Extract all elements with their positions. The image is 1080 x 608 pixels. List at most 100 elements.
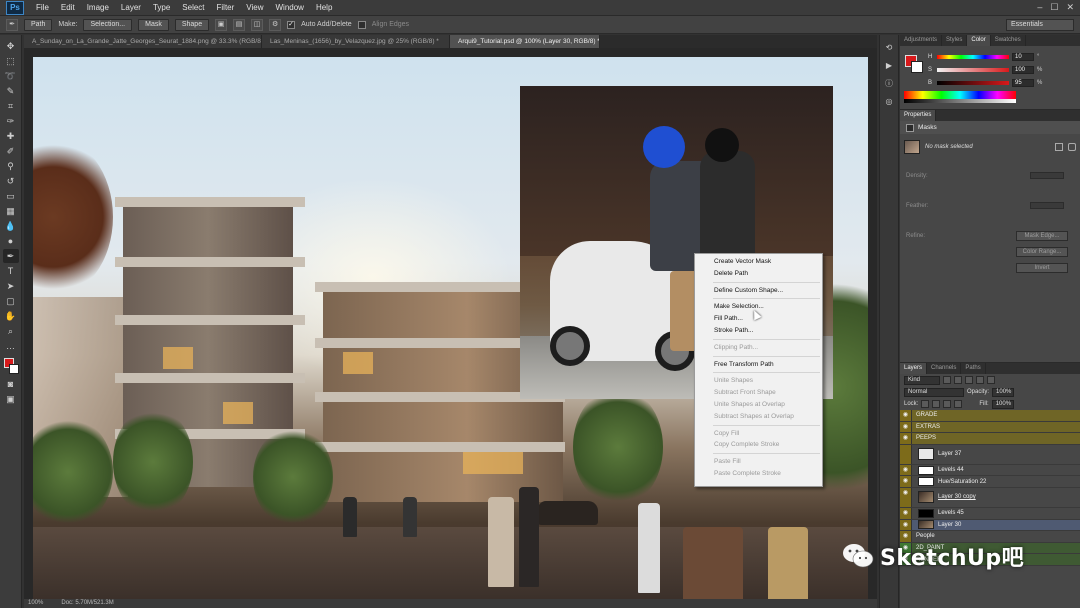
mask-edge-button[interactable]: Mask Edge...: [1016, 231, 1068, 241]
layer-item[interactable]: ◉ Hue/Saturation 22: [900, 476, 1080, 488]
define-custom-shape-item[interactable]: Define Custom Shape...: [695, 285, 822, 297]
lasso-tool-icon[interactable]: ➰: [3, 69, 19, 83]
background-color-swatch[interactable]: [8, 364, 19, 374]
lock-all-icon[interactable]: [954, 400, 963, 408]
layer-item[interactable]: ◉ Levels 44: [900, 464, 1080, 477]
move-tool-icon[interactable]: ✥: [3, 39, 19, 53]
rectangle-tool-icon[interactable]: ▢: [3, 294, 19, 308]
more-tools-icon[interactable]: …: [3, 339, 19, 353]
tab-arqui9-tutorial[interactable]: Arqui9_Tutorial.psd @ 100% (Layer 30, RG…: [450, 35, 600, 48]
close-icon[interactable]: ✕: [1066, 2, 1074, 13]
quick-select-tool-icon[interactable]: ✎: [3, 84, 19, 98]
tab-properties[interactable]: Properties: [900, 110, 937, 121]
color-swatches[interactable]: [3, 358, 19, 376]
make-shape-button[interactable]: Shape: [174, 18, 210, 31]
path-operations-icon[interactable]: ▣: [215, 18, 228, 31]
color-range-button[interactable]: Color Range...: [1016, 247, 1068, 257]
eye-icon[interactable]: ◉: [900, 410, 912, 421]
tab-styles[interactable]: Styles: [942, 35, 968, 46]
minimize-icon[interactable]: –: [1037, 2, 1042, 13]
eye-icon[interactable]: ◉: [900, 464, 912, 476]
fill-value[interactable]: 100%: [991, 399, 1014, 409]
background-color-swatch[interactable]: [911, 61, 923, 73]
density-slider[interactable]: [1030, 172, 1064, 179]
tab-seurat[interactable]: A_Sunday_on_La_Grande_Jatte_Georges_Seur…: [24, 35, 262, 48]
eraser-tool-icon[interactable]: ▭: [3, 189, 19, 203]
eye-icon[interactable]: ◉: [900, 433, 912, 444]
menu-filter[interactable]: Filter: [211, 3, 241, 12]
tab-channels[interactable]: Channels: [927, 363, 962, 374]
path-mode-select[interactable]: Path: [24, 18, 53, 31]
menu-select[interactable]: Select: [176, 3, 210, 12]
hue-value[interactable]: 10: [1012, 53, 1034, 61]
menu-layer[interactable]: Layer: [115, 3, 147, 12]
tab-paths[interactable]: Paths: [961, 363, 986, 374]
layer-item[interactable]: ◉ Levels 45: [900, 507, 1080, 520]
saturation-value[interactable]: 100: [1012, 66, 1034, 74]
hand-tool-icon[interactable]: ✋: [3, 309, 19, 323]
layer-item[interactable]: ◉ PEEPS: [900, 433, 1080, 445]
info-icon[interactable]: ⓘ: [882, 77, 896, 91]
eye-icon[interactable]: ◉: [900, 519, 912, 531]
invert-button[interactable]: Invert: [1016, 263, 1068, 273]
healing-brush-tool-icon[interactable]: ✚: [3, 129, 19, 143]
color-spectrum[interactable]: [904, 91, 1016, 99]
make-selection-button[interactable]: Selection...: [83, 18, 133, 31]
pixel-mask-icon[interactable]: [1055, 143, 1063, 151]
blend-mode-select[interactable]: Normal: [904, 387, 964, 397]
stroke-path-item[interactable]: Stroke Path...: [695, 325, 822, 337]
history-icon[interactable]: ⟲: [882, 41, 896, 55]
filter-pixel-icon[interactable]: [943, 376, 951, 384]
vector-mask-icon[interactable]: [1068, 143, 1076, 151]
color-wheel-icon[interactable]: ◎: [882, 95, 896, 109]
crop-tool-icon[interactable]: ⌗: [3, 99, 19, 113]
workspace-switcher[interactable]: Essentials: [1006, 19, 1074, 31]
zoom-level[interactable]: 100%: [28, 599, 43, 608]
hue-slider[interactable]: [937, 55, 1009, 59]
layer-item[interactable]: Layer 37: [900, 444, 1080, 465]
gear-icon[interactable]: ⚙: [269, 18, 282, 31]
maximize-icon[interactable]: ☐: [1050, 2, 1058, 13]
path-arrangement-icon[interactable]: ◫: [251, 18, 264, 31]
lock-position-icon[interactable]: [943, 400, 952, 408]
pen-tool-icon[interactable]: ✒: [6, 18, 18, 31]
opacity-value[interactable]: 100%: [992, 387, 1015, 397]
make-mask-button[interactable]: Mask: [138, 18, 169, 31]
eye-icon[interactable]: [900, 444, 912, 464]
filter-shape-icon[interactable]: [976, 376, 984, 384]
brush-tool-icon[interactable]: ✐: [3, 144, 19, 158]
menu-type[interactable]: Type: [147, 3, 176, 12]
tab-las-meninas[interactable]: Las_Meninas_(1656)_by_Velazquez.jpg @ 25…: [262, 35, 450, 48]
free-transform-path-item[interactable]: Free Transform Path: [695, 359, 822, 371]
eyedropper-tool-icon[interactable]: ✑: [3, 114, 19, 128]
filter-smart-icon[interactable]: [987, 376, 995, 384]
menu-image[interactable]: Image: [81, 3, 115, 12]
feather-slider[interactable]: [1030, 202, 1064, 209]
pen-tool-icon[interactable]: ✒: [2, 249, 19, 263]
saturation-slider[interactable]: [937, 68, 1009, 72]
type-tool-icon[interactable]: T: [3, 264, 19, 278]
zoom-tool-icon[interactable]: ⌕: [3, 324, 19, 338]
auto-add-delete-checkbox[interactable]: ✓: [287, 20, 296, 29]
eye-icon[interactable]: ◉: [900, 421, 912, 433]
layer-item[interactable]: ◉ EXTRAS: [900, 421, 1080, 434]
marquee-tool-icon[interactable]: ⬚: [3, 54, 19, 68]
brightness-slider[interactable]: [937, 81, 1009, 85]
lock-image-icon[interactable]: [932, 400, 941, 408]
layer-item-selected[interactable]: ◉ Layer 30: [900, 519, 1080, 532]
canvas-area[interactable]: Create Vector Mask Delete Path Define Cu…: [24, 48, 877, 599]
tab-color[interactable]: Color: [967, 35, 991, 46]
path-selection-tool-icon[interactable]: ➤: [3, 279, 19, 293]
lock-transparent-icon[interactable]: [921, 400, 930, 408]
menu-edit[interactable]: Edit: [55, 3, 81, 12]
filter-adjust-icon[interactable]: [954, 376, 962, 384]
tab-layers[interactable]: Layers: [900, 363, 928, 374]
screen-mode-icon[interactable]: ▣: [3, 392, 19, 406]
grayscale-ramp[interactable]: [904, 99, 1016, 103]
menu-help[interactable]: Help: [310, 3, 338, 12]
clone-stamp-tool-icon[interactable]: ⚲: [3, 159, 19, 173]
tab-swatches[interactable]: Swatches: [991, 35, 1026, 46]
actions-icon[interactable]: ▶: [882, 59, 896, 73]
layer-filter-select[interactable]: Kind: [904, 375, 940, 385]
path-alignment-icon[interactable]: ▤: [233, 18, 246, 31]
